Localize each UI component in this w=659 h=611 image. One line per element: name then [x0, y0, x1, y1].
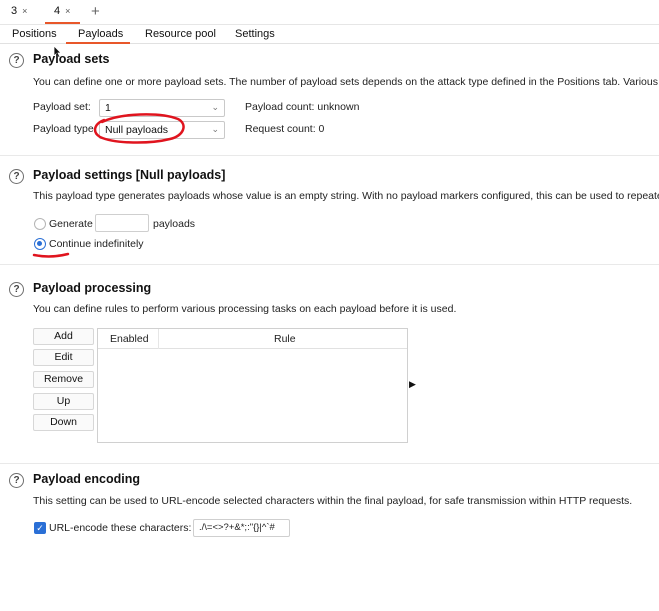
tab-4[interactable]: 4 × — [54, 5, 70, 17]
expand-arrow-icon[interactable]: ▶ — [409, 379, 416, 390]
payload-settings-description: This payload type generates payloads who… — [33, 190, 659, 202]
payload-sets-description: You can define one or more payload sets.… — [33, 76, 659, 88]
tab-settings[interactable]: Settings — [235, 28, 275, 40]
payload-settings-title: Payload settings [Null payloads] — [33, 168, 226, 182]
tab-positions[interactable]: Positions — [12, 28, 57, 40]
url-encode-characters-input[interactable]: ./\=<>?+&*;:"{}|^`# — [193, 519, 290, 537]
url-encode-label: URL-encode these characters: — [49, 522, 192, 534]
section-divider — [0, 155, 659, 156]
generate-count-input[interactable] — [95, 214, 149, 232]
tab-resource-pool[interactable]: Resource pool — [145, 28, 216, 40]
tab-payloads[interactable]: Payloads — [78, 28, 123, 40]
chevron-down-icon: ⌄ — [211, 102, 219, 112]
tab-label: 4 — [54, 5, 61, 17]
annotation-underline — [32, 252, 70, 258]
active-tab-indicator — [45, 22, 80, 24]
column-separator — [158, 329, 159, 349]
section-divider — [0, 463, 659, 464]
close-icon[interactable]: × — [22, 6, 27, 16]
down-button[interactable]: Down — [33, 414, 94, 431]
table-header: Enabled Rule — [98, 329, 407, 349]
annotation-circle — [93, 113, 185, 144]
payload-processing-title: Payload processing — [33, 281, 152, 295]
payload-encoding-description: This setting can be used to URL-encode s… — [33, 495, 633, 507]
generate-label: Generate — [49, 218, 93, 230]
help-icon[interactable]: ? — [9, 473, 24, 488]
remove-button[interactable]: Remove — [33, 371, 94, 388]
section-divider — [0, 264, 659, 265]
continue-indefinitely-label: Continue indefinitely — [49, 238, 144, 250]
payloads-suffix: payloads — [153, 218, 196, 230]
payload-type-label: Payload type: — [33, 123, 97, 135]
help-icon[interactable]: ? — [9, 53, 24, 68]
top-tab-bar: 3 × 4 × + — [0, 0, 659, 25]
help-icon[interactable]: ? — [9, 169, 24, 184]
help-icon[interactable]: ? — [9, 282, 24, 297]
continue-indefinitely-radio[interactable] — [34, 238, 46, 250]
up-button[interactable]: Up — [33, 393, 94, 410]
add-tab-button[interactable]: + — [91, 3, 100, 20]
generate-radio[interactable] — [34, 218, 46, 230]
column-rule[interactable]: Rule — [274, 333, 296, 345]
close-icon[interactable]: × — [65, 6, 70, 16]
tab-3[interactable]: 3 × — [11, 5, 27, 17]
url-encode-checkbox[interactable]: ✓ — [34, 522, 46, 534]
active-subtab-indicator — [66, 42, 130, 44]
request-count: Request count: 0 — [245, 123, 325, 135]
edit-button[interactable]: Edit — [33, 349, 94, 366]
column-enabled[interactable]: Enabled — [110, 333, 149, 345]
payload-sets-title: Payload sets — [33, 52, 110, 66]
payload-processing-description: You can define rules to perform various … — [33, 303, 457, 315]
add-button[interactable]: Add — [33, 328, 94, 345]
payload-encoding-title: Payload encoding — [33, 472, 140, 486]
tab-label: 3 — [11, 5, 18, 17]
chevron-down-icon: ⌄ — [211, 124, 219, 134]
processing-rules-table[interactable]: Enabled Rule — [97, 328, 408, 443]
payload-count: Payload count: unknown — [245, 101, 360, 113]
payload-set-label: Payload set: — [33, 101, 91, 113]
